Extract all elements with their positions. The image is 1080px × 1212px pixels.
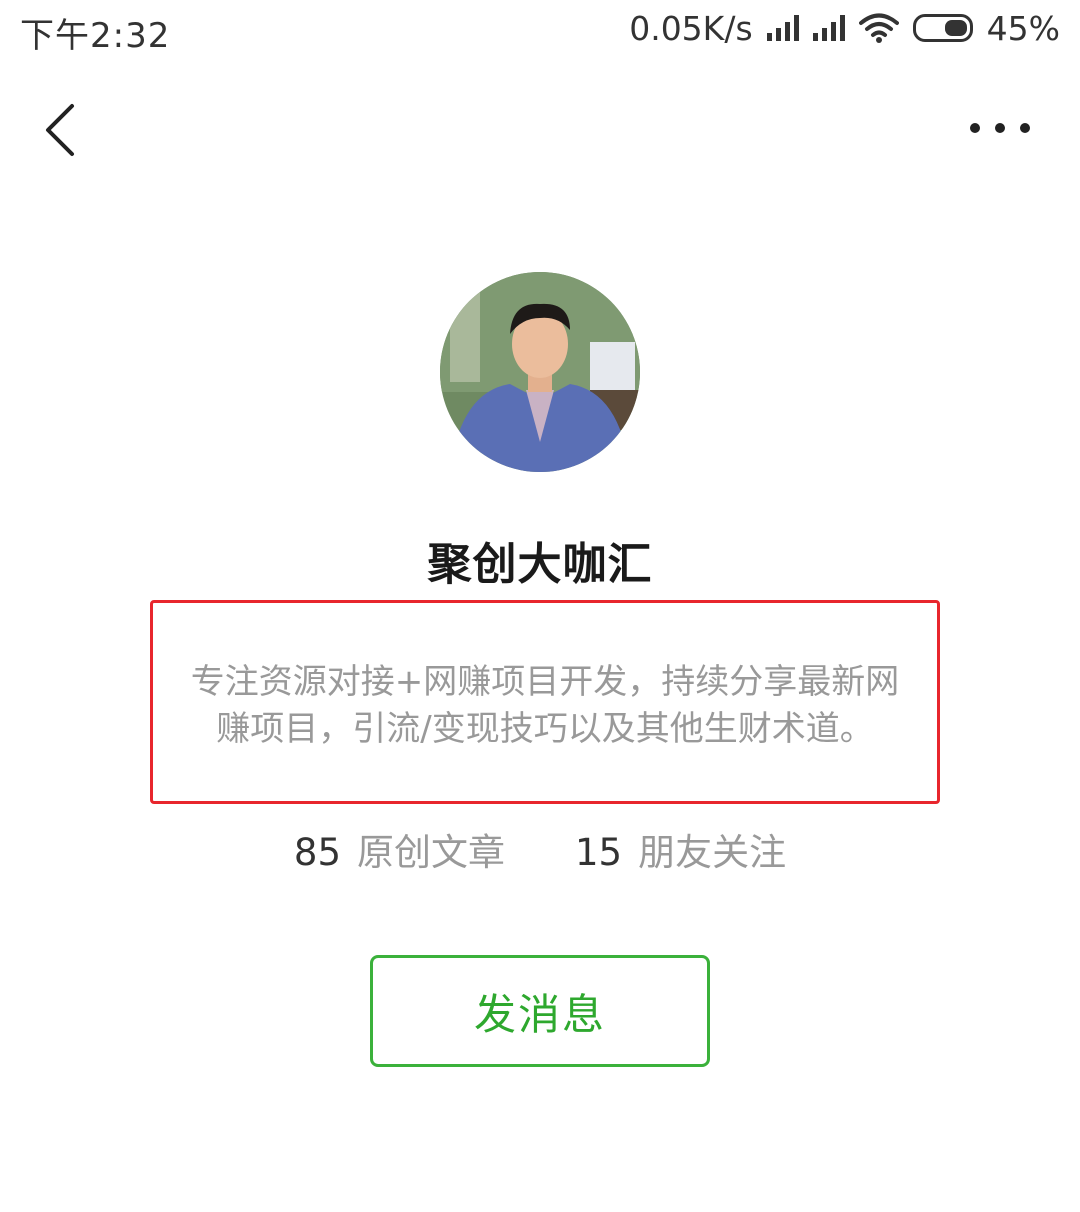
- more-dots-icon[interactable]: [970, 118, 1030, 138]
- signal-icon: [766, 15, 799, 41]
- battery-icon: [912, 14, 973, 42]
- articles-count: 85: [293, 831, 341, 874]
- friends-label: 朋友关注: [638, 831, 787, 874]
- status-time: 下午2:32: [20, 16, 171, 56]
- profile-name: 聚创大咖汇: [427, 539, 653, 590]
- battery-fill: [944, 20, 967, 36]
- chevron-left-icon[interactable]: [40, 100, 80, 160]
- signal-icon-2: [812, 15, 845, 41]
- status-bar: 下午2:32 0.05K/s 45%: [0, 0, 1080, 60]
- stat-friends[interactable]: 15 朋友关注: [575, 828, 786, 878]
- network-speed: 0.05K/s: [629, 8, 753, 48]
- articles-label: 原创文章: [357, 831, 505, 874]
- send-message-button[interactable]: 发消息: [370, 955, 710, 1067]
- profile-description: 专注资源对接+网赚项目开发，持续分享最新网赚项目，引流/变现技巧以及其他生财术道…: [190, 662, 900, 749]
- friends-count: 15: [575, 831, 623, 874]
- nav-bar: [0, 80, 1080, 180]
- profile-stats: 85 原创文章 15 朋友关注: [0, 828, 1080, 878]
- wifi-icon: [858, 13, 899, 43]
- avatar: [440, 272, 640, 472]
- battery-percent: 45%: [986, 8, 1060, 48]
- profile-description-box: 专注资源对接+网赚项目开发，持续分享最新网赚项目，引流/变现技巧以及其他生财术道…: [150, 600, 940, 804]
- status-indicators: 0.05K/s 45%: [629, 6, 1060, 50]
- stat-articles[interactable]: 85 原创文章: [294, 828, 505, 878]
